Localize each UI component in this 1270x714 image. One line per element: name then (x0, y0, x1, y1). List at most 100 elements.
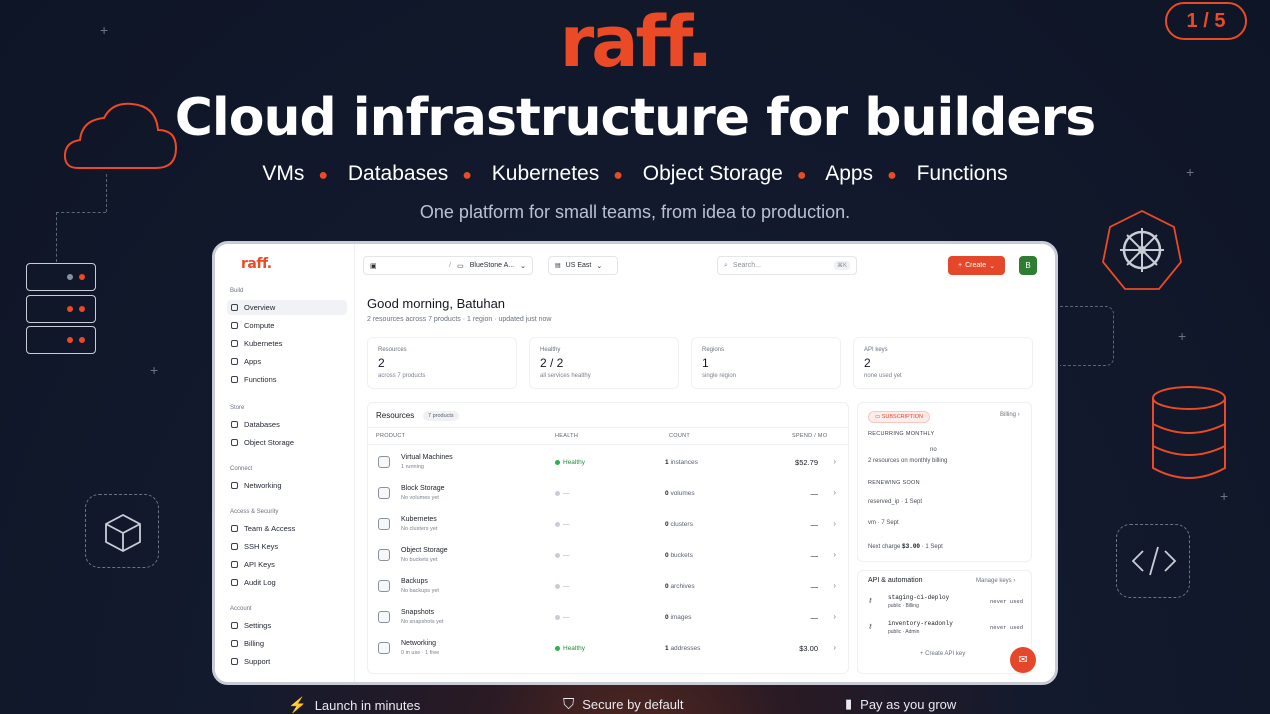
chevron-right-icon: › (833, 612, 836, 621)
api-title: API & automation (868, 577, 923, 584)
apps-icon (231, 358, 238, 365)
nav-section-account: Account (230, 606, 252, 612)
sidebar-item-databases[interactable]: Databases (227, 417, 347, 432)
brand-logo: raff. (559, 1, 713, 83)
page-indicator: 1 / 5 (1165, 2, 1247, 40)
nav-section-store: Store (230, 405, 245, 411)
subscription-badge: ▭ SUBSCRIPTION (868, 411, 930, 423)
page-subtitle: 2 resources across 7 products · 1 region… (367, 316, 552, 323)
app-logo[interactable]: raff. (241, 256, 272, 272)
sidebar-item-api-keys[interactable]: API Keys (227, 557, 347, 572)
search-input[interactable]: ⌕ Search... ⌘K (717, 256, 857, 275)
key-icon: ⚷ (868, 624, 873, 630)
users-icon (231, 525, 238, 532)
function-icon (231, 376, 238, 383)
status-badge: — (555, 552, 570, 559)
sidebar-item-functions[interactable]: Functions (227, 372, 347, 387)
billing-link[interactable]: Billing › (1000, 412, 1020, 418)
sidebar: raff. Build Overview Compute Kubernetes … (215, 244, 355, 682)
terminal-icon (231, 543, 238, 550)
sidebar-item-networking[interactable]: Networking (227, 478, 347, 493)
sidebar-item-ssh-keys[interactable]: SSH Keys (227, 539, 347, 554)
archive-icon (378, 580, 390, 592)
sidebar-item-compute[interactable]: Compute (227, 318, 347, 333)
network-icon (231, 482, 238, 489)
sidebar-item-support[interactable]: Support (227, 654, 347, 669)
chevron-down-icon: ⌄ (520, 262, 526, 270)
app-window: raff. Build Overview Compute Kubernetes … (212, 241, 1058, 685)
region-selector[interactable]: ▤ US East ⌄ (548, 256, 618, 275)
chevron-right-icon: › (833, 581, 836, 590)
status-badge: — (555, 490, 570, 497)
product-item: Object Storage (642, 162, 783, 185)
database-icon (1152, 386, 1226, 479)
table-row[interactable]: Networking 0 in use · 1 free Healthy 1 a… (368, 633, 848, 664)
kubernetes-icon (231, 340, 238, 347)
connector-line (1060, 306, 1114, 366)
api-panel: API & automation Manage keys › ⚷ staging… (857, 570, 1032, 674)
chevron-right-icon: › (833, 550, 836, 559)
sparkle-icon: + (1178, 328, 1187, 344)
sidebar-item-team-access[interactable]: Team & Access (227, 521, 347, 536)
org-switcher[interactable]: ▣ / ▭ BlueStone A... ⌄ (363, 256, 533, 275)
table-row[interactable]: Block Storage No volumes yet — 0 volumes… (368, 478, 848, 509)
receipt-icon (231, 640, 238, 647)
shield-check-icon: ⛉ (563, 696, 575, 713)
stat-card-api-keys: API keys 2 none used yet (853, 337, 1033, 389)
feature-item: ⛉ Secure by default (563, 696, 684, 713)
avatar[interactable]: B (1019, 256, 1037, 275)
column-header: COUNT (669, 433, 691, 439)
sidebar-item-apps[interactable]: Apps (227, 354, 347, 369)
chevron-right-icon: › (833, 457, 836, 466)
table-row[interactable]: Backups No backups yet — 0 archives — › (368, 571, 848, 602)
stat-card-healthy: Healthy 2 / 2 all services healthy (529, 337, 679, 389)
status-badge: — (555, 583, 570, 590)
bolt-icon: ⚡ (288, 697, 307, 714)
folder-icon: ▭ (457, 262, 464, 270)
stat-card-regions: Regions 1 single region (691, 337, 841, 389)
page-title: Good morning, Batuhan (367, 296, 506, 311)
headset-icon (231, 658, 238, 665)
database-icon (231, 421, 238, 428)
chevron-right-icon: › (833, 488, 836, 497)
resources-title: Resources (376, 411, 415, 420)
tagline: One platform for small teams, from idea … (419, 202, 851, 222)
building-icon: ▣ (370, 262, 377, 270)
product-list: VMs ● Databases ● Kubernetes ● Object Stora… (262, 162, 1008, 185)
server-icon (231, 322, 238, 329)
sidebar-item-object-storage[interactable]: Object Storage (227, 435, 347, 450)
table-row[interactable]: Virtual Machines 1 running Healthy 1 ins… (368, 447, 848, 478)
mail-icon[interactable]: ✉ (1010, 647, 1036, 673)
nav-section-access: Access & Security (230, 509, 279, 515)
table-row[interactable]: Snapshots No snapshots yet — 0 images — … (368, 602, 848, 633)
nav-section-connect: Connect (230, 466, 253, 472)
status-badge: — (555, 521, 570, 528)
sidebar-item-settings[interactable]: Settings (227, 618, 347, 633)
table-row[interactable]: Object Storage No buckets yet — 0 bucket… (368, 540, 848, 571)
headline: Cloud infrastructure for builders (174, 88, 1097, 148)
chevron-down-icon: ⌄ (596, 262, 603, 270)
create-button[interactable]: + Create ⌄ (948, 256, 1005, 275)
product-item: Kubernetes (491, 162, 600, 185)
sidebar-item-overview[interactable]: Overview (227, 300, 347, 315)
grid-icon (231, 304, 238, 311)
feature-item: ⚡ Launch in minutes (288, 697, 421, 714)
create-api-key-button[interactable]: + Create API key (920, 651, 965, 657)
next-charge: Next charge $3.00 · 1 Sept (868, 543, 943, 550)
sidebar-item-billing[interactable]: Billing (227, 636, 347, 651)
search-icon: ⌕ (724, 261, 728, 269)
manage-keys-link[interactable]: Manage keys › (976, 578, 1015, 584)
bucket-icon (378, 549, 390, 561)
server-icon (26, 326, 96, 354)
status-badge: Healthy (555, 459, 585, 466)
sidebar-item-audit-log[interactable]: Audit Log (227, 575, 347, 590)
log-icon (231, 579, 238, 586)
column-header: HEALTH (555, 433, 579, 439)
card-icon: ▭ (875, 414, 881, 420)
network-icon (378, 642, 390, 654)
subscription-panel: ▭ SUBSCRIPTION Billing › RECURRING MONTH… (857, 402, 1032, 562)
bucket-icon (231, 439, 238, 446)
plus-icon: + (958, 262, 963, 269)
sidebar-item-kubernetes[interactable]: Kubernetes (227, 336, 347, 351)
table-row[interactable]: Kubernetes No clusters yet — 0 clusters … (368, 509, 848, 540)
